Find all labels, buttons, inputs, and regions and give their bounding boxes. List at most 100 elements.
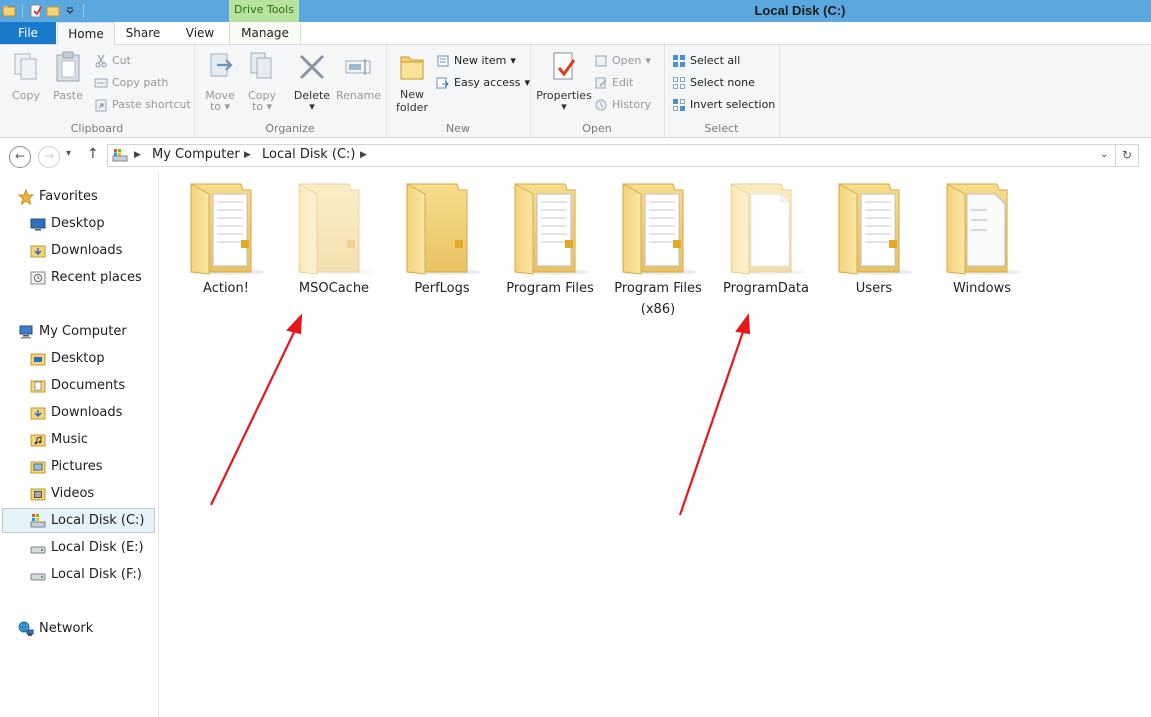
new-item-button[interactable]: New item ▾ [436, 52, 516, 70]
nav-documents[interactable]: Documents [30, 373, 125, 398]
forward-button[interactable]: → [38, 146, 60, 168]
folder-label: ProgramData [723, 281, 809, 296]
copy-to-icon [250, 52, 272, 79]
edit-icon [595, 77, 607, 89]
copy-button[interactable]: Copy [8, 51, 44, 102]
tab-view[interactable]: View [172, 22, 228, 44]
folder-item[interactable]: Users [824, 180, 924, 299]
easy-access-label: Easy access [454, 76, 521, 89]
nav-my-computer-label: My Computer [39, 324, 127, 339]
paste-shortcut-icon [95, 99, 107, 112]
nav-fav-recent-places[interactable]: Recent places [30, 265, 142, 290]
folder-item[interactable]: MSOCache [284, 180, 384, 299]
select-all-icon [673, 55, 685, 67]
address-history-dropdown[interactable]: ⌄ [1100, 149, 1108, 160]
folder-item[interactable]: Program Files [500, 180, 600, 299]
drive-icon [112, 149, 128, 162]
organize-group: Move to ▾ Copy to ▾ Delete ▾ Rename Orga… [194, 45, 387, 137]
arrow-left-icon: ← [14, 149, 26, 163]
nav-network-label: Network [39, 621, 94, 636]
downloads-folder-icon [30, 245, 46, 257]
invert-selection-button[interactable]: Invert selection [672, 96, 775, 114]
nav-fav-desktop[interactable]: Desktop [30, 211, 105, 236]
toolbar-separator [83, 4, 84, 18]
select-none-button[interactable]: Select none [672, 74, 755, 92]
system-drive-icon [30, 513, 46, 527]
select-group: Select all Select none Invert selection … [664, 45, 780, 137]
back-button[interactable]: ← [9, 146, 31, 168]
explorer-app-icon[interactable] [2, 4, 16, 18]
history-button[interactable]: History [594, 96, 651, 114]
new-folder-qat-icon[interactable] [46, 4, 60, 18]
folder-item[interactable]: Windows [932, 180, 1032, 299]
folder-with-documents-icon [622, 183, 697, 275]
folder-item[interactable]: Program Files (x86) [608, 180, 708, 320]
delete-button[interactable]: Delete ▾ [292, 51, 332, 112]
up-arrow-icon[interactable]: ↑ [87, 146, 99, 162]
new-item-label: New item [454, 54, 507, 67]
videos-folder-icon [30, 488, 46, 500]
new-item-icon [437, 55, 449, 67]
chevron-down-icon[interactable] [63, 4, 77, 18]
folder-with-white-documents-icon [946, 183, 1021, 275]
chevron-down-icon: ▾ [510, 54, 516, 67]
nav-videos-label: Videos [51, 486, 95, 501]
nav-local-disk-c[interactable]: Local Disk (C:) [2, 508, 155, 533]
move-to-button[interactable]: Move to ▾ [202, 51, 238, 112]
nav-local-disk-f[interactable]: Local Disk (F:) [30, 562, 142, 587]
nav-pictures-label: Pictures [51, 459, 103, 474]
paste-button[interactable]: Paste [50, 51, 86, 102]
new-folder-button[interactable]: New folder [392, 51, 432, 114]
folder-label: Program Files (x86) [614, 281, 702, 317]
nav-desktop[interactable]: Desktop [30, 346, 105, 371]
properties-dropdown-arrow[interactable]: ▾ [536, 101, 592, 112]
move-to-label-2: to [209, 100, 221, 113]
tab-file[interactable]: File [0, 22, 56, 44]
chevron-right-icon[interactable]: ▶ [360, 150, 367, 160]
nav-downloads-label: Downloads [51, 405, 123, 420]
nav-local-disk-e-label: Local Disk (E:) [51, 540, 144, 555]
nav-local-disk-e[interactable]: Local Disk (E:) [30, 535, 144, 560]
folder-item[interactable]: PerfLogs [392, 180, 492, 299]
nav-videos[interactable]: Videos [30, 481, 94, 506]
nav-downloads[interactable]: Downloads [30, 400, 122, 425]
nav-favorites[interactable]: Favorites [18, 184, 98, 209]
refresh-button[interactable]: ↻ [1116, 144, 1139, 167]
clipboard-group: Copy Paste Cut Copy path Paste shortcut … [0, 45, 195, 137]
easy-access-button[interactable]: Easy access ▾ [436, 74, 530, 92]
nav-my-computer[interactable]: My Computer [18, 319, 127, 344]
select-none-icon [673, 77, 685, 89]
cut-button[interactable]: Cut [94, 52, 131, 70]
copy-to-button[interactable]: Copy to ▾ [244, 51, 280, 112]
tab-home[interactable]: Home [57, 22, 115, 46]
copy-path-button[interactable]: Copy path [94, 74, 168, 92]
properties-button[interactable]: Properties ▾ [536, 51, 592, 112]
nav-fav-downloads[interactable]: Downloads [30, 238, 122, 263]
nav-music-label: Music [51, 432, 88, 447]
folder-item[interactable]: ProgramData [716, 180, 816, 299]
select-all-button[interactable]: Select all [672, 52, 740, 70]
address-box[interactable]: ▶ My Computer ▶ Local Disk (C:) ▶ ⌄ [107, 144, 1116, 167]
tab-manage[interactable]: Manage [229, 22, 301, 44]
chevron-right-icon[interactable]: ▶ [244, 150, 251, 160]
tab-share[interactable]: Share [114, 22, 172, 44]
edit-button[interactable]: Edit [594, 74, 633, 92]
breadcrumb-my-computer[interactable]: My Computer [152, 147, 240, 162]
rename-button[interactable]: Rename [336, 51, 381, 102]
nav-pictures[interactable]: Pictures [30, 454, 102, 479]
scissors-icon [95, 54, 107, 68]
recent-locations-dropdown[interactable]: ▾ [66, 148, 71, 159]
delete-dropdown-arrow[interactable]: ▾ [292, 101, 332, 112]
open-button[interactable]: Open ▾ [594, 52, 651, 70]
quick-access-toolbar [0, 0, 87, 22]
paste-shortcut-button[interactable]: Paste shortcut [94, 96, 191, 114]
navigation-pane: Favorites Desktop Downloads Recent place… [0, 172, 159, 717]
file-list: Action! MSOCache PerfLogs Program Files … [159, 172, 1151, 717]
folder-item[interactable]: Action! [176, 180, 276, 299]
nav-music[interactable]: Music [30, 427, 88, 452]
chevron-right-icon[interactable]: ▶ [134, 150, 141, 160]
cut-label: Cut [112, 54, 131, 67]
nav-network[interactable]: Network [18, 616, 93, 641]
breadcrumb-local-disk[interactable]: Local Disk (C:) [262, 147, 355, 162]
properties-qat-icon[interactable] [29, 4, 43, 18]
